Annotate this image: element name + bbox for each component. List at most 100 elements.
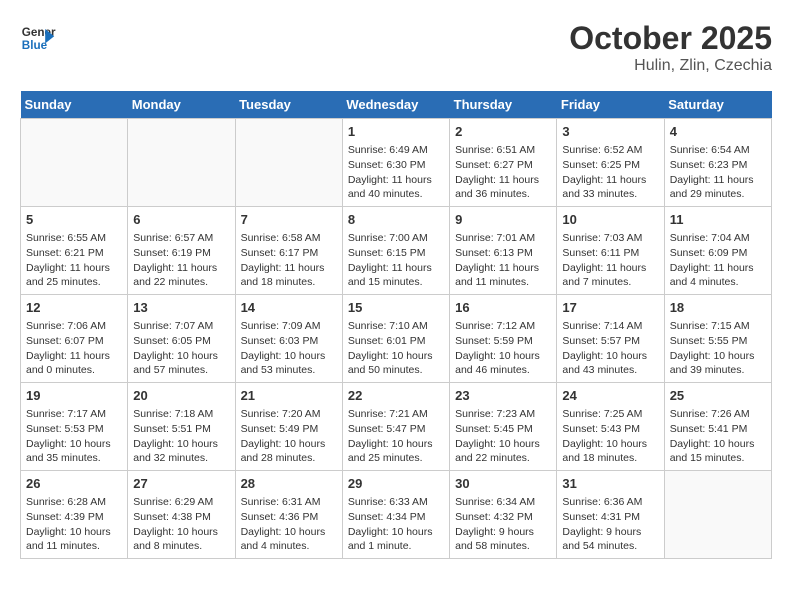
day-info: Sunrise: 7:14 AM Sunset: 5:57 PM Dayligh… [562, 319, 658, 378]
calendar-week-4: 19 Sunrise: 7:17 AM Sunset: 5:53 PM Dayli… [21, 383, 772, 471]
day-number: 13 [133, 299, 229, 317]
calendar-cell [235, 119, 342, 207]
day-number: 17 [562, 299, 658, 317]
calendar-cell: 19 Sunrise: 7:17 AM Sunset: 5:53 PM Dayli… [21, 383, 128, 471]
day-number: 20 [133, 387, 229, 405]
calendar-cell: 26 Sunrise: 6:28 AM Sunset: 4:39 PM Dayli… [21, 471, 128, 559]
calendar-cell: 17 Sunrise: 7:14 AM Sunset: 5:57 PM Dayli… [557, 295, 664, 383]
day-info: Sunrise: 6:28 AM Sunset: 4:39 PM Dayligh… [26, 495, 122, 554]
weekday-header-row: SundayMondayTuesdayWednesdayThursdayFrid… [21, 91, 772, 119]
calendar-cell: 24 Sunrise: 7:25 AM Sunset: 5:43 PM Dayli… [557, 383, 664, 471]
calendar-cell: 8Sunrise: 7:00 AM Sunset: 6:15 PM Daylig… [342, 207, 449, 295]
day-number: 3 [562, 123, 658, 141]
calendar-cell: 23 Sunrise: 7:23 AM Sunset: 5:45 PM Dayli… [450, 383, 557, 471]
weekday-header-sunday: Sunday [21, 91, 128, 119]
day-number: 4 [670, 123, 766, 141]
calendar-cell: 9 Sunrise: 7:01 AM Sunset: 6:13 PM Daylig… [450, 207, 557, 295]
page-header: General Blue October 2025 Hulin, Zlin, C… [20, 20, 772, 75]
weekday-header-wednesday: Wednesday [342, 91, 449, 119]
calendar-cell: 12Sunrise: 7:06 AM Sunset: 6:07 PM Dayli… [21, 295, 128, 383]
day-info: Sunrise: 6:55 AM Sunset: 6:21 PM Dayligh… [26, 231, 122, 290]
day-number: 7 [241, 211, 337, 229]
calendar-cell: 16 Sunrise: 7:12 AM Sunset: 5:59 PM Dayli… [450, 295, 557, 383]
calendar-cell: 13 Sunrise: 7:07 AM Sunset: 6:05 PM Dayli… [128, 295, 235, 383]
calendar-cell: 29 Sunrise: 6:33 AM Sunset: 4:34 PM Dayli… [342, 471, 449, 559]
day-info: Sunrise: 7:20 AM Sunset: 5:49 PM Dayligh… [241, 407, 337, 466]
calendar-cell [128, 119, 235, 207]
calendar-body: 1 Sunrise: 6:49 AM Sunset: 6:30 PM Daylig… [21, 119, 772, 559]
day-number: 1 [348, 123, 444, 141]
day-info: Sunrise: 7:25 AM Sunset: 5:43 PM Dayligh… [562, 407, 658, 466]
day-number: 23 [455, 387, 551, 405]
calendar-cell: 31 Sunrise: 6:36 AM Sunset: 4:31 PM Dayli… [557, 471, 664, 559]
day-number: 9 [455, 211, 551, 229]
calendar-cell: 7Sunrise: 6:58 AM Sunset: 6:17 PM Daylig… [235, 207, 342, 295]
calendar-cell: 11Sunrise: 7:04 AM Sunset: 6:09 PM Dayli… [664, 207, 771, 295]
calendar-cell [664, 471, 771, 559]
calendar-cell: 10Sunrise: 7:03 AM Sunset: 6:11 PM Dayli… [557, 207, 664, 295]
weekday-header-friday: Friday [557, 91, 664, 119]
calendar-cell: 21 Sunrise: 7:20 AM Sunset: 5:49 PM Dayli… [235, 383, 342, 471]
calendar-cell: 14 Sunrise: 7:09 AM Sunset: 6:03 PM Dayli… [235, 295, 342, 383]
day-number: 5 [26, 211, 122, 229]
day-info: Sunrise: 7:17 AM Sunset: 5:53 PM Dayligh… [26, 407, 122, 466]
day-number: 31 [562, 475, 658, 493]
day-number: 18 [670, 299, 766, 317]
day-info: Sunrise: 7:12 AM Sunset: 5:59 PM Dayligh… [455, 319, 551, 378]
calendar-cell: 25Sunrise: 7:26 AM Sunset: 5:41 PM Dayli… [664, 383, 771, 471]
day-number: 27 [133, 475, 229, 493]
calendar-week-2: 5 Sunrise: 6:55 AM Sunset: 6:21 PM Daylig… [21, 207, 772, 295]
weekday-header-saturday: Saturday [664, 91, 771, 119]
calendar-cell: 18 Sunrise: 7:15 AM Sunset: 5:55 PM Dayli… [664, 295, 771, 383]
day-info: Sunrise: 6:57 AM Sunset: 6:19 PM Dayligh… [133, 231, 229, 290]
day-number: 12 [26, 299, 122, 317]
day-info: Sunrise: 6:52 AM Sunset: 6:25 PM Dayligh… [562, 143, 658, 202]
day-info: Sunrise: 6:49 AM Sunset: 6:30 PM Dayligh… [348, 143, 444, 202]
day-number: 8 [348, 211, 444, 229]
calendar-cell [21, 119, 128, 207]
day-number: 30 [455, 475, 551, 493]
calendar-subtitle: Hulin, Zlin, Czechia [569, 57, 772, 75]
calendar-cell: 1 Sunrise: 6:49 AM Sunset: 6:30 PM Daylig… [342, 119, 449, 207]
calendar-cell: 28Sunrise: 6:31 AM Sunset: 4:36 PM Dayli… [235, 471, 342, 559]
day-number: 28 [241, 475, 337, 493]
calendar-title: October 2025 [569, 20, 772, 57]
day-info: Sunrise: 6:36 AM Sunset: 4:31 PM Dayligh… [562, 495, 658, 554]
calendar-table: SundayMondayTuesdayWednesdayThursdayFrid… [20, 91, 772, 559]
day-info: Sunrise: 7:26 AM Sunset: 5:41 PM Dayligh… [670, 407, 766, 466]
day-number: 29 [348, 475, 444, 493]
calendar-header: SundayMondayTuesdayWednesdayThursdayFrid… [21, 91, 772, 119]
day-info: Sunrise: 7:21 AM Sunset: 5:47 PM Dayligh… [348, 407, 444, 466]
day-info: Sunrise: 7:23 AM Sunset: 5:45 PM Dayligh… [455, 407, 551, 466]
day-info: Sunrise: 7:07 AM Sunset: 6:05 PM Dayligh… [133, 319, 229, 378]
calendar-week-3: 12Sunrise: 7:06 AM Sunset: 6:07 PM Dayli… [21, 295, 772, 383]
day-number: 6 [133, 211, 229, 229]
calendar-week-5: 26 Sunrise: 6:28 AM Sunset: 4:39 PM Dayli… [21, 471, 772, 559]
day-number: 26 [26, 475, 122, 493]
day-number: 14 [241, 299, 337, 317]
calendar-cell: 2 Sunrise: 6:51 AM Sunset: 6:27 PM Daylig… [450, 119, 557, 207]
calendar-week-1: 1 Sunrise: 6:49 AM Sunset: 6:30 PM Daylig… [21, 119, 772, 207]
day-info: Sunrise: 7:09 AM Sunset: 6:03 PM Dayligh… [241, 319, 337, 378]
day-info: Sunrise: 6:34 AM Sunset: 4:32 PM Dayligh… [455, 495, 551, 554]
calendar-title-block: October 2025 Hulin, Zlin, Czechia [569, 20, 772, 75]
day-info: Sunrise: 6:51 AM Sunset: 6:27 PM Dayligh… [455, 143, 551, 202]
day-number: 24 [562, 387, 658, 405]
day-number: 21 [241, 387, 337, 405]
day-info: Sunrise: 7:04 AM Sunset: 6:09 PM Dayligh… [670, 231, 766, 290]
day-number: 2 [455, 123, 551, 141]
weekday-header-monday: Monday [128, 91, 235, 119]
svg-text:Blue: Blue [22, 39, 48, 52]
calendar-cell: 6 Sunrise: 6:57 AM Sunset: 6:19 PM Daylig… [128, 207, 235, 295]
logo-icon: General Blue [20, 20, 56, 56]
calendar-cell: 3 Sunrise: 6:52 AM Sunset: 6:25 PM Daylig… [557, 119, 664, 207]
day-number: 15 [348, 299, 444, 317]
calendar-cell: 27Sunrise: 6:29 AM Sunset: 4:38 PM Dayli… [128, 471, 235, 559]
calendar-cell: 20Sunrise: 7:18 AM Sunset: 5:51 PM Dayli… [128, 383, 235, 471]
day-info: Sunrise: 7:15 AM Sunset: 5:55 PM Dayligh… [670, 319, 766, 378]
calendar-cell: 5 Sunrise: 6:55 AM Sunset: 6:21 PM Daylig… [21, 207, 128, 295]
day-number: 16 [455, 299, 551, 317]
day-number: 19 [26, 387, 122, 405]
day-info: Sunrise: 7:01 AM Sunset: 6:13 PM Dayligh… [455, 231, 551, 290]
day-info: Sunrise: 6:33 AM Sunset: 4:34 PM Dayligh… [348, 495, 444, 554]
